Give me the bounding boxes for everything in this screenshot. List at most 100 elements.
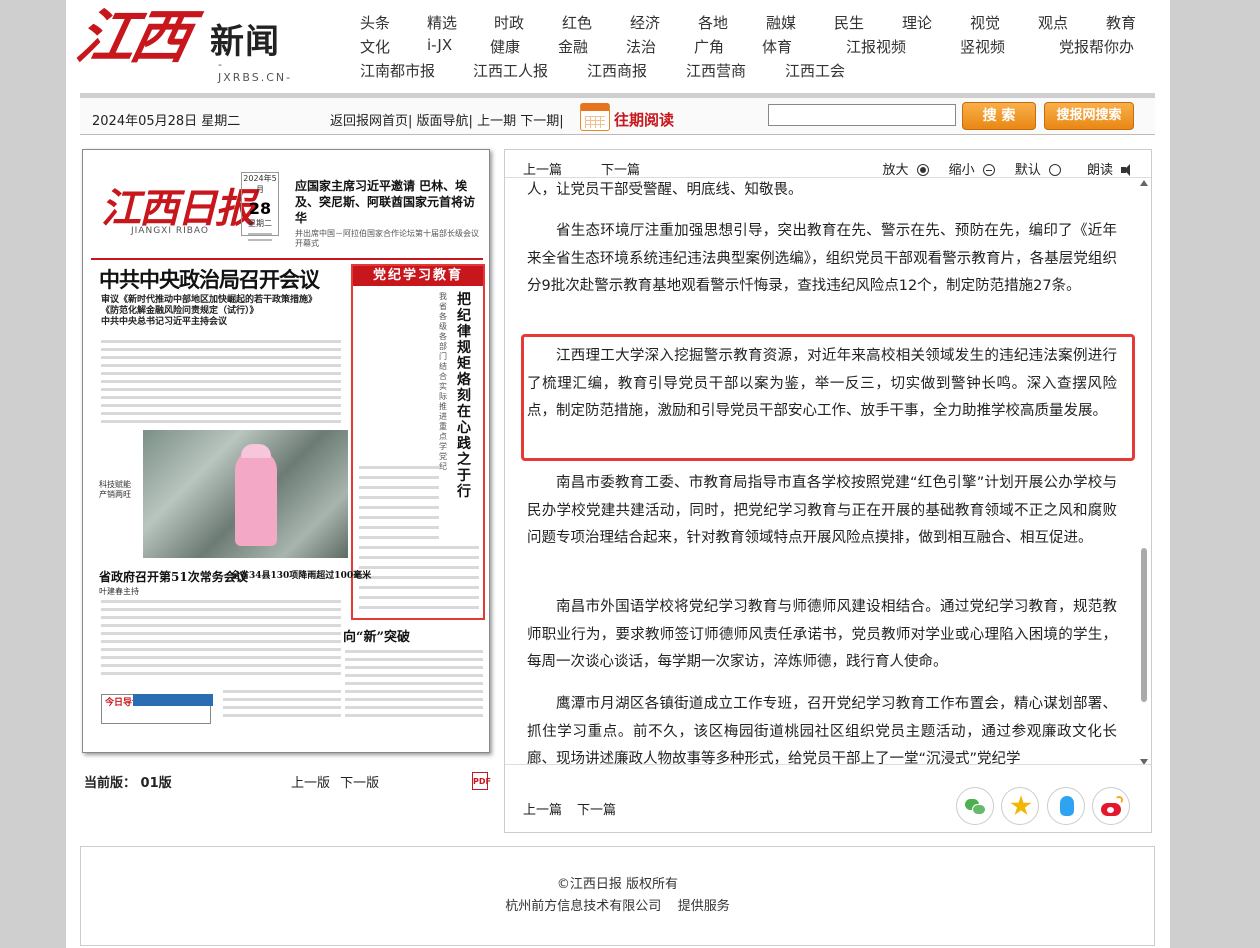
nav-item[interactable]: 时政: [494, 12, 524, 33]
default-size-label: 默认: [1014, 163, 1041, 178]
nav-item[interactable]: 金融: [558, 36, 588, 57]
layout-nav-link[interactable]: 版面导航|: [417, 114, 473, 129]
zoom-out-radio-icon: [982, 164, 995, 176]
nav-item[interactable]: 民生: [834, 12, 864, 33]
newspaper-headline[interactable]: 中共中央政治局召开会议: [99, 264, 320, 294]
article-bottom-bar: 上一篇 下一篇: [505, 764, 1151, 832]
scroll-up-icon[interactable]: [1140, 180, 1148, 186]
nav-item[interactable]: 经济: [630, 12, 660, 33]
nav-item[interactable]: 健康: [490, 36, 520, 57]
article-body[interactable]: 人，让党员干部受警醒、明底线、知敬畏。 省生态环境厅注重加强思想引导，突出教育在…: [505, 180, 1145, 765]
bottom-story-3[interactable]: 向“新”突破: [343, 626, 410, 645]
home-link[interactable]: 返回报网首页|: [330, 114, 412, 129]
toolbar: 2024年05月28日 星期二 返回报网首页| 版面导航| 上一期 下一期| 往…: [80, 93, 1155, 135]
read-aloud-label: 朗读: [1086, 163, 1113, 178]
nav-item[interactable]: 体育: [762, 36, 792, 57]
site-search-button[interactable]: 搜报网搜索: [1044, 102, 1134, 130]
bottom-next-article-link[interactable]: 下一篇: [577, 799, 616, 818]
bottom-story-2[interactable]: 全省34县130项降雨超过100毫米: [231, 568, 371, 581]
footer-copyright: ©江西日报 版权所有: [556, 877, 679, 892]
newspaper-subtitle: JIANGXI RIBAO: [131, 226, 210, 236]
nav-item[interactable]: 党报帮你办: [1059, 36, 1134, 57]
default-size-control[interactable]: 默认: [1007, 163, 1061, 178]
nav-item[interactable]: 视觉: [970, 12, 1000, 33]
next-issue-link[interactable]: 下一期|: [520, 114, 563, 129]
nav-row-2: 文化 i-JX 健康 金融 法治 广角 体育 江报视频 竖视频 党报帮你办: [360, 34, 1150, 58]
site-logo[interactable]: 江西 新闻 -JXRBS.CN-: [71, 0, 298, 85]
top-story-sub: 并出席中国－阿拉伯国家合作论坛第十届部长级会议开幕式: [295, 229, 479, 248]
newspaper-rule: [91, 258, 483, 260]
section-vertical-sub: 我省各级各部门结合实际推进重点学党纪: [439, 292, 447, 471]
nav-item[interactable]: 理论: [902, 12, 932, 33]
text-line: [101, 364, 341, 367]
search-button[interactable]: 搜 索: [962, 102, 1036, 130]
wechat-share-icon[interactable]: [956, 787, 994, 825]
text-line: [101, 404, 341, 407]
nav-item[interactable]: 精选: [427, 12, 457, 33]
text-line: [101, 420, 341, 423]
calendar-icon[interactable]: [580, 103, 610, 131]
article-tools: 放大 缩小 默认 朗读: [867, 159, 1135, 178]
newspaper-top-story[interactable]: 应国家主席习近平邀请 巴林、埃及、突尼斯、阿联酋国家元首将访华 并出席中国－阿拉…: [295, 178, 485, 249]
photo-worker-cap: [241, 444, 271, 458]
article-paragraph: 南昌市委教育工委、市教育局指导市直各学校按照党建“红色引擎”计划开展公办学校与民…: [527, 475, 1117, 546]
bottom-story-1-author: 叶建春主持: [99, 587, 139, 596]
lead-line-2: 《防范化解金融风险问责规定（试行）》: [101, 306, 259, 316]
zoom-out-control[interactable]: 缩小: [941, 163, 995, 178]
bottom-prev-article-link[interactable]: 上一篇: [523, 799, 562, 818]
text-line: [101, 388, 341, 391]
read-aloud-control[interactable]: 朗读: [1079, 163, 1135, 178]
next-article-link[interactable]: 下一篇: [601, 159, 640, 178]
nav-item[interactable]: 文化: [360, 36, 390, 57]
search-input[interactable]: [768, 104, 956, 126]
logo-news: 新闻: [210, 22, 280, 62]
article-paragraph: 人，让党员干部受警醒、明底线、知敬畏。: [527, 182, 803, 198]
photo-side-caption: 科技赋能产销两旺: [99, 480, 131, 499]
newspaper-page-image[interactable]: 江西日报 JIANGXI RIBAO 2024年5月 28 星期二 应国家主席习…: [82, 149, 490, 753]
newspaper-lead: 审议《新时代推动中部地区加快崛起的若干政策措施》 《防范化解金融风险问责规定（试…: [101, 295, 317, 328]
zoom-in-control[interactable]: 放大: [875, 163, 929, 178]
qq-share-icon[interactable]: [1047, 787, 1085, 825]
nav-item[interactable]: 法治: [626, 36, 656, 57]
prev-edition-link[interactable]: 上一版: [291, 776, 330, 791]
nav-item[interactable]: 江报视频: [846, 36, 906, 57]
default-radio-icon: [1048, 164, 1061, 176]
favorite-star-icon[interactable]: [1001, 787, 1039, 825]
pdf-icon[interactable]: PDF: [472, 772, 491, 790]
nav-item[interactable]: 江南都市报: [360, 60, 435, 81]
weibo-share-icon[interactable]: [1092, 787, 1130, 825]
footer-provider[interactable]: 杭州前方信息技术有限公司 提供服务: [81, 895, 1154, 914]
nav-item[interactable]: 江西工人报: [473, 60, 548, 81]
top-story-title: 应国家主席习近平邀请 巴林、埃及、突尼斯、阿联酋国家元首将访华: [295, 179, 476, 225]
nav-item[interactable]: 教育: [1106, 12, 1136, 33]
nav-item[interactable]: 广角: [694, 36, 724, 57]
nav-item[interactable]: 红色: [562, 12, 592, 33]
nav-item[interactable]: 江西工会: [785, 60, 845, 81]
speaker-icon: [1121, 164, 1135, 176]
lead-line-1: 审议《新时代推动中部地区加快崛起的若干政策措施》: [101, 295, 318, 305]
nav-item[interactable]: 各地: [698, 12, 728, 33]
text-line: [101, 412, 341, 415]
newspaper-photo[interactable]: [143, 430, 348, 558]
nav-item[interactable]: 竖视频: [960, 36, 1005, 57]
text-line: [101, 340, 341, 343]
party-discipline-section[interactable]: 党纪学习教育 把纪律规矩烙刻在心践之于行 我省各级各部门结合实际推进重点学党纪: [351, 264, 485, 620]
date-weekday: 星期二: [248, 219, 272, 228]
prev-issue-link[interactable]: 上一期: [477, 114, 516, 129]
nav-item[interactable]: i-JX: [427, 36, 452, 54]
nav-item[interactable]: 头条: [360, 12, 390, 33]
current-edition: 当前版： 01版: [84, 776, 172, 791]
footer: ©江西日报 版权所有 杭州前方信息技术有限公司 提供服务: [80, 846, 1155, 946]
prev-article-link[interactable]: 上一篇: [523, 159, 562, 178]
zoom-in-radio-icon: [916, 164, 929, 176]
nav-item[interactable]: 江西营商: [686, 60, 746, 81]
scroll-thumb[interactable]: [1141, 548, 1147, 702]
article-paragraph: 鹰潭市月湖区各镇街道成立工作专班，召开党纪学习教育工作布置会，精心谋划部署、抓住…: [527, 696, 1117, 765]
nav-item[interactable]: 江西商报: [587, 60, 647, 81]
bottom-story-1[interactable]: 省政府召开第51次常务会议: [99, 568, 248, 585]
nav-item[interactable]: 观点: [1038, 12, 1068, 33]
next-edition-link[interactable]: 下一版: [340, 776, 379, 791]
article-scrollbar[interactable]: [1139, 180, 1149, 765]
nav-item[interactable]: 融媒: [766, 12, 796, 33]
past-reading-link[interactable]: 往期阅读: [614, 109, 674, 130]
